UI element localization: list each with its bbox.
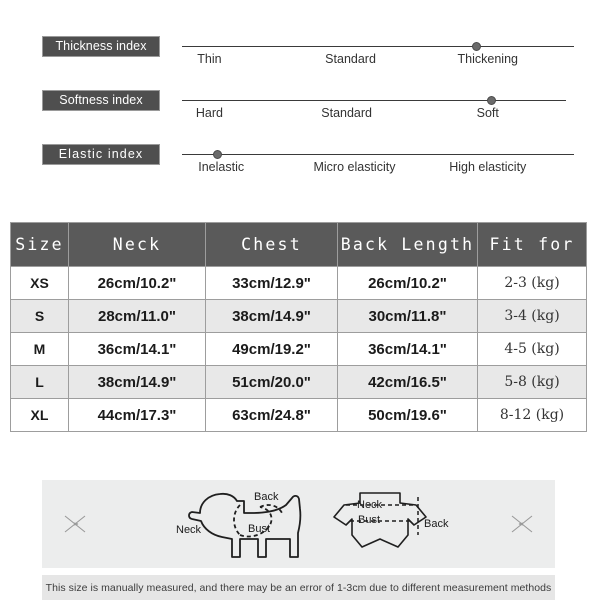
chevron-right-icon[interactable] (509, 511, 535, 537)
cell-size: M (10, 332, 69, 366)
slider-knob-elastic[interactable] (212, 149, 222, 159)
garment-back-label: Back (424, 518, 449, 530)
index-badge-elastic: Elastic index (42, 144, 160, 165)
slider-track-softness (182, 100, 567, 101)
table-row: XL 44cm/17.3" 63cm/24.8" 50cm/19.6" 8-12… (10, 398, 587, 432)
garment-measurement-figure: Neck Bust Back (330, 483, 465, 565)
dog-neck-label: Neck (176, 524, 202, 536)
measurement-note-bar: This size is manually measured, and ther… (42, 575, 555, 600)
slider-knob-softness[interactable] (487, 95, 497, 105)
column-header-fit-for: Fit for (477, 222, 587, 267)
column-header-size: Size (10, 222, 69, 267)
measurement-diagram-panel: Neck Back Bust Neck Bust Back (42, 480, 555, 568)
measurement-note-text: This size is manually measured, and ther… (45, 581, 552, 594)
garment-bust-label: Bust (358, 514, 381, 526)
cell-neck: 44cm/17.3" (68, 398, 206, 432)
garment-neck-label: Neck (357, 499, 383, 511)
column-header-back-length: Back Length (337, 222, 478, 267)
cell-back-length: 26cm/10.2" (337, 266, 478, 300)
cell-fit-for: 4-5 (kg) (477, 332, 587, 366)
cell-chest: 63cm/24.8" (205, 398, 338, 432)
slider-elastic[interactable]: Inelastic Micro elasticity High elastici… (182, 144, 574, 204)
table-row: XS 26cm/10.2" 33cm/12.9" 26cm/10.2" 2-3 … (10, 266, 587, 300)
dog-bust-label: Bust (248, 523, 271, 535)
slider-labels-elastic: Inelastic Micro elasticity High elastici… (182, 160, 574, 182)
tick-label-high-elasticity: High elasticity (449, 160, 527, 174)
cell-fit-for: 8-12 (kg) (477, 398, 587, 432)
column-header-neck: Neck (68, 222, 206, 267)
table-row: S 28cm/11.0" 38cm/14.9" 30cm/11.8" 3-4 (… (10, 299, 587, 333)
cell-chest: 49cm/19.2" (205, 332, 338, 366)
cell-neck: 26cm/10.2" (68, 266, 206, 300)
tick-label-thickening: Thickening (457, 52, 518, 66)
chevron-left-icon[interactable] (62, 511, 88, 537)
tick-label-soft: Soft (476, 106, 499, 120)
dog-back-label: Back (254, 491, 279, 503)
tick-label-hard: Hard (195, 106, 223, 120)
cell-size: XS (10, 266, 69, 300)
slider-labels-thickness: Thin Standard Thickening (182, 52, 574, 74)
cell-fit-for: 2-3 (kg) (477, 266, 587, 300)
tick-label-micro-elasticity: Micro elasticity (313, 160, 396, 174)
cell-chest: 33cm/12.9" (205, 266, 338, 300)
cell-neck: 28cm/11.0" (68, 299, 206, 333)
index-badge-thickness: Thickness index (42, 36, 160, 57)
tick-label-standard-soft: Standard (321, 106, 372, 120)
table-row: M 36cm/14.1" 49cm/19.2" 36cm/14.1" 4-5 (… (10, 332, 587, 366)
slider-softness[interactable]: Hard Standard Soft (182, 90, 574, 150)
cell-back-length: 42cm/16.5" (337, 365, 478, 399)
cell-size: L (10, 365, 69, 399)
tick-label-inelastic: Inelastic (198, 160, 245, 174)
tick-label-thin: Thin (197, 52, 222, 66)
cell-fit-for: 5-8 (kg) (477, 365, 587, 399)
tick-label-standard: Standard (325, 52, 376, 66)
cell-fit-for: 3-4 (kg) (477, 299, 587, 333)
cell-back-length: 36cm/14.1" (337, 332, 478, 366)
slider-thickness[interactable]: Thin Standard Thickening (182, 36, 574, 96)
slider-track-elastic (182, 154, 574, 155)
cell-back-length: 50cm/19.6" (337, 398, 478, 432)
cell-chest: 51cm/20.0" (205, 365, 338, 399)
cell-size: S (10, 299, 69, 333)
slider-knob-thickness[interactable] (471, 41, 481, 51)
dog-measurement-figure: Neck Back Bust (176, 483, 322, 565)
slider-track-thickness (182, 46, 574, 47)
table-header-row: Size Neck Chest Back Length Fit for (10, 222, 587, 267)
cell-size: XL (10, 398, 69, 432)
column-header-chest: Chest (205, 222, 338, 267)
table-body: XS 26cm/10.2" 33cm/12.9" 26cm/10.2" 2-3 … (10, 266, 587, 432)
size-chart-table: Size Neck Chest Back Length Fit for XS 2… (10, 222, 587, 432)
cell-back-length: 30cm/11.8" (337, 299, 478, 333)
table-row: L 38cm/14.9" 51cm/20.0" 42cm/16.5" 5-8 (… (10, 365, 587, 399)
index-row-elastic: Elastic index Inelastic Micro elasticity… (0, 144, 600, 206)
cell-neck: 36cm/14.1" (68, 332, 206, 366)
slider-labels-softness: Hard Standard Soft (182, 106, 574, 128)
index-row-thickness: Thickness index Thin Standard Thickening (0, 36, 600, 98)
cell-chest: 38cm/14.9" (205, 299, 338, 333)
index-badge-softness: Softness index (42, 90, 160, 111)
index-section: Thickness index Thin Standard Thickening… (0, 0, 600, 205)
index-row-softness: Softness index Hard Standard Soft (0, 90, 600, 152)
cell-neck: 38cm/14.9" (68, 365, 206, 399)
